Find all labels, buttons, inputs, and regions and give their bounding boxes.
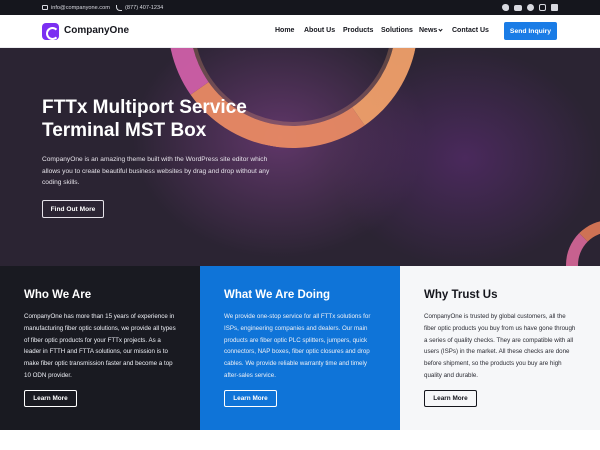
panel-title: Who We Are bbox=[24, 289, 92, 301]
logo-icon[interactable] bbox=[42, 23, 59, 40]
youtube-icon[interactable] bbox=[514, 4, 522, 11]
email-contact[interactable]: info@companyone.com bbox=[42, 0, 110, 15]
chevron-down-icon bbox=[438, 27, 443, 32]
mail-icon bbox=[42, 5, 48, 10]
facebook-icon[interactable] bbox=[527, 4, 534, 11]
nav-item-solutions[interactable]: Solutions bbox=[381, 27, 413, 34]
phone-contact[interactable]: (877) 407-1234 bbox=[116, 0, 163, 15]
top-bar: info@companyone.com (877) 407-1234 bbox=[0, 0, 600, 15]
hero-section: FTTx Multiport Service Terminal MST Box … bbox=[0, 48, 600, 266]
nav-item-products[interactable]: Products bbox=[343, 27, 373, 34]
social-links bbox=[502, 4, 558, 11]
linkedin-icon[interactable] bbox=[551, 4, 558, 11]
panel-title: Why Trust Us bbox=[424, 289, 498, 301]
learn-more-button[interactable]: Learn More bbox=[224, 390, 277, 407]
learn-more-button[interactable]: Learn More bbox=[424, 390, 477, 407]
why-trust-us-panel: Why Trust Us CompanyOne is trusted by gl… bbox=[400, 266, 600, 430]
feature-columns: Who We Are CompanyOne has more than 15 y… bbox=[0, 266, 600, 430]
panel-title: What We Are Doing bbox=[224, 289, 331, 301]
who-we-are-panel: Who We Are CompanyOne has more than 15 y… bbox=[0, 266, 200, 430]
site-header: CompanyOne Home About Us Products Soluti… bbox=[0, 15, 600, 48]
panel-text: CompanyOne has more than 15 years of exp… bbox=[24, 313, 176, 379]
find-out-more-button[interactable]: Find Out More bbox=[42, 200, 104, 218]
hero-title: FTTx Multiport Service Terminal MST Box bbox=[42, 97, 247, 141]
send-inquiry-button[interactable]: Send Inquiry bbox=[504, 22, 557, 40]
what-we-are-doing-panel: What We Are Doing We provide one-stop se… bbox=[200, 266, 400, 430]
instagram-icon[interactable] bbox=[539, 4, 546, 11]
nav-item-news[interactable]: News bbox=[419, 27, 443, 34]
phone-icon bbox=[116, 5, 122, 11]
panel-text: We provide one-stop service for all FTTx… bbox=[224, 313, 371, 379]
hero-description: CompanyOne is an amazing theme built wit… bbox=[42, 156, 270, 186]
learn-more-button[interactable]: Learn More bbox=[24, 390, 77, 407]
panel-text: CompanyOne is trusted by global customer… bbox=[424, 313, 576, 379]
email-text[interactable]: info@companyone.com bbox=[51, 5, 110, 11]
brand-name[interactable]: CompanyOne bbox=[64, 25, 129, 36]
nav-news-label: News bbox=[419, 27, 438, 34]
twitter-icon[interactable] bbox=[502, 4, 509, 11]
phone-text[interactable]: (877) 407-1234 bbox=[125, 5, 163, 11]
nav-item-home[interactable]: Home bbox=[275, 27, 294, 34]
nav-item-about-us[interactable]: About Us bbox=[304, 27, 335, 34]
nav-item-contact-us[interactable]: Contact Us bbox=[452, 27, 489, 34]
page-bottom-strip bbox=[0, 430, 600, 450]
